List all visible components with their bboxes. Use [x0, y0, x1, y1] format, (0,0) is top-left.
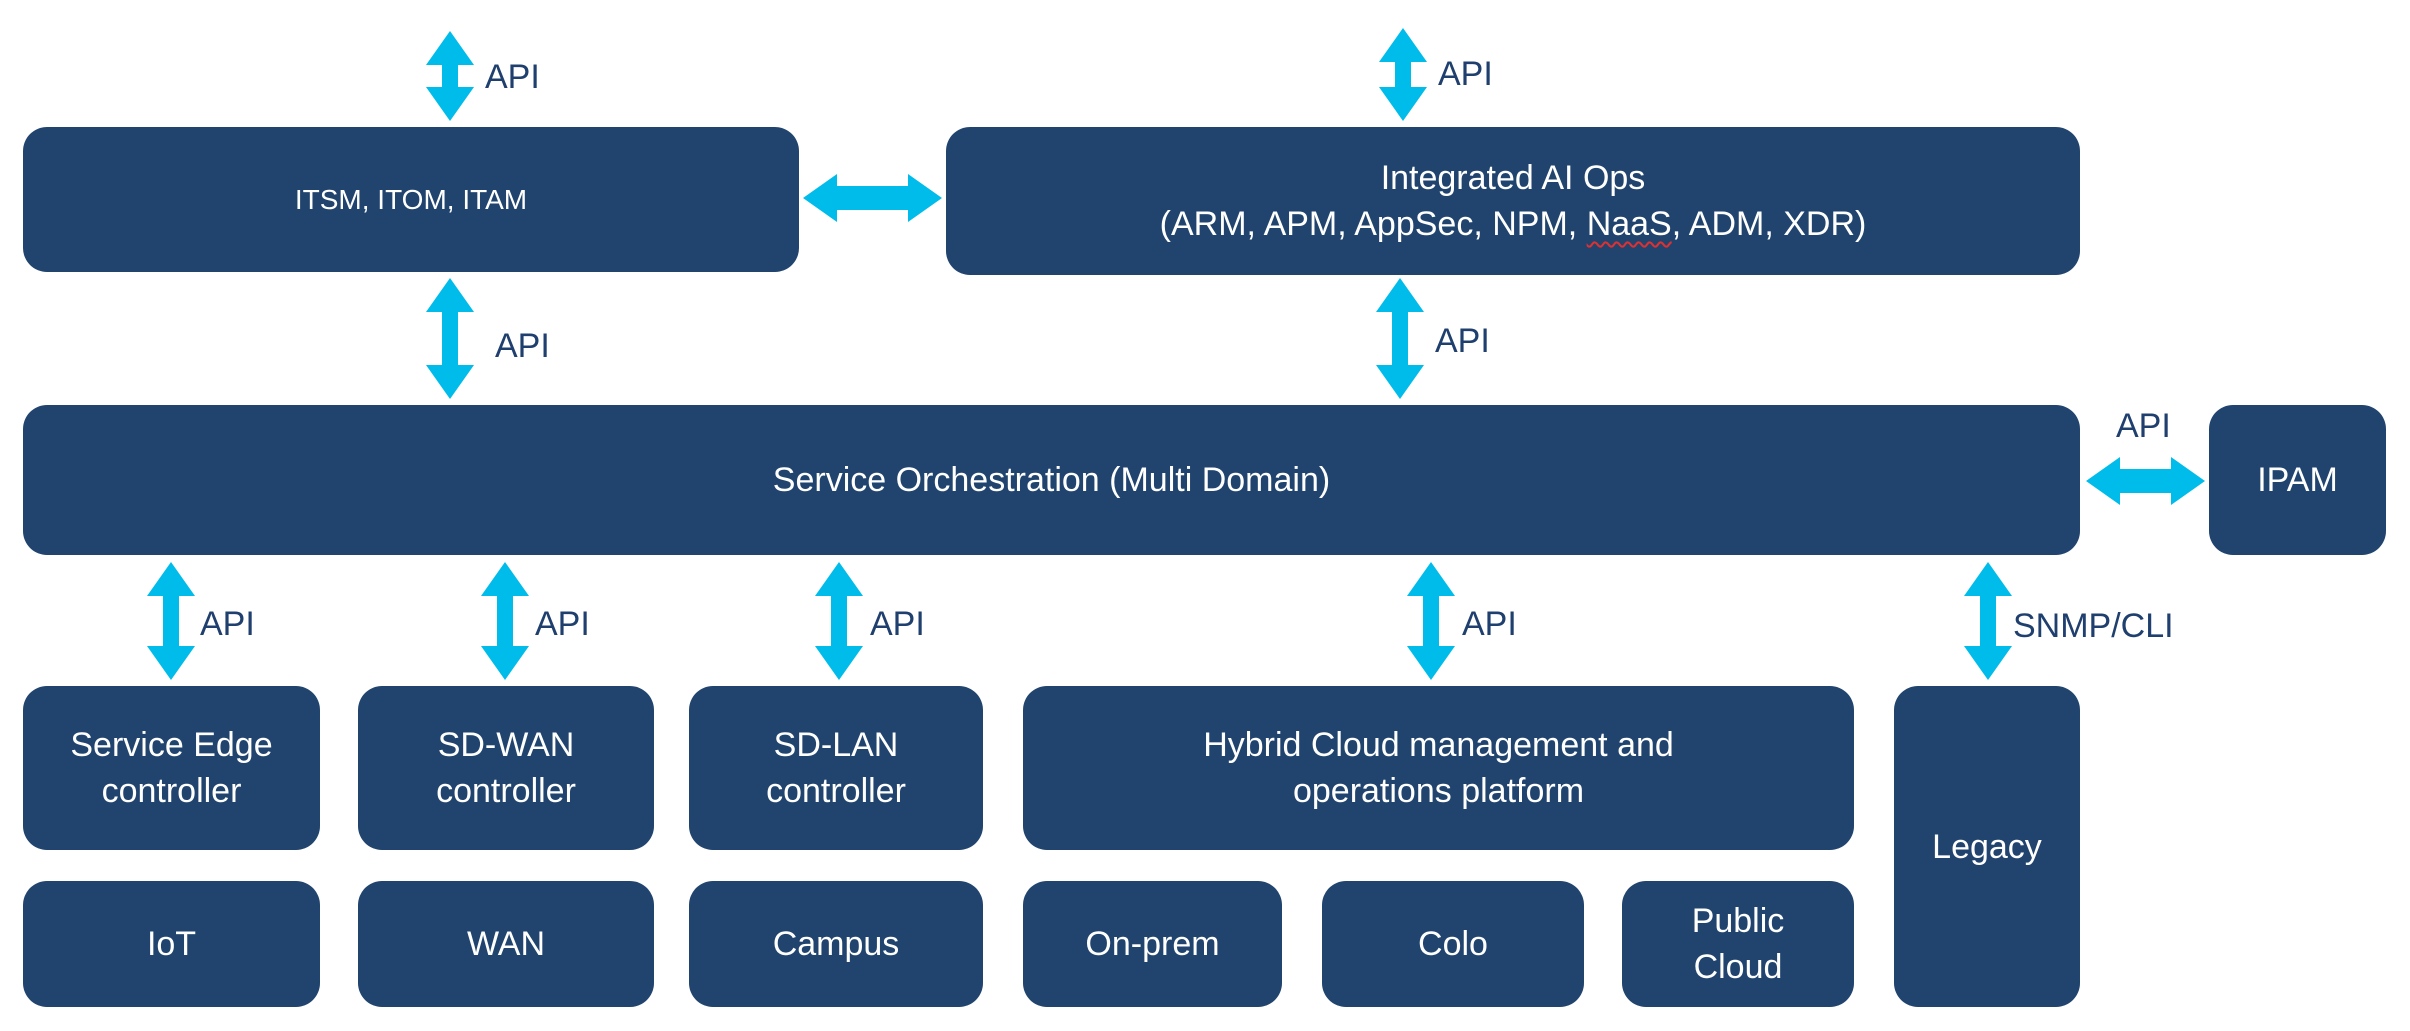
label-line: controller	[766, 772, 906, 810]
label-line: Public	[1691, 902, 1785, 940]
campus-label: Campus	[772, 925, 900, 963]
arrow-sdlan	[815, 562, 863, 680]
ai-ops-naas: NaaS	[1586, 205, 1672, 243]
label-line: Hybrid Cloud management and	[1203, 726, 1674, 764]
service-orchestration-box: Service Orchestration (Multi Domain)	[23, 405, 2080, 555]
ai-ops-title: Integrated AI Ops	[1380, 159, 1646, 197]
label-line: Cloud	[1693, 948, 1783, 986]
hybrid-cloud-box: Hybrid Cloud management and operations pl…	[1023, 686, 1854, 850]
orchestration-label: Service Orchestration (Multi Domain)	[772, 461, 1331, 499]
wan-box: WAN	[358, 881, 654, 1007]
arrow-aiops-top	[1379, 28, 1427, 121]
itsm-label: ITSM, ITOM, ITAM	[294, 183, 528, 215]
arrow-itsm-orchestration	[426, 278, 474, 399]
arrow-aiops-orchestration	[1376, 278, 1424, 399]
ipam-label: IPAM	[2257, 461, 2338, 499]
legacy-label: Legacy	[1932, 827, 2042, 866]
on-prem-box: On-prem	[1023, 881, 1282, 1007]
api-label-sdlan: API	[870, 605, 925, 643]
ai-ops-subtitle: (ARM, APM, AppSec, NPM, NaaS, ADM, XDR)	[1160, 201, 1867, 247]
label-line: controller	[436, 772, 576, 810]
arrow-hybrid	[1407, 562, 1455, 680]
ai-ops-list-a: (ARM, APM, AppSec, NPM,	[1159, 205, 1587, 243]
arrow-sdwan	[481, 562, 529, 680]
legacy-box: Legacy	[1894, 686, 2080, 1007]
public-cloud-box: Public Cloud	[1622, 881, 1854, 1007]
snmp-cli-label: SNMP/CLI	[2013, 607, 2174, 645]
arrow-service-edge	[147, 562, 195, 680]
itsm-box: ITSM, ITOM, ITAM	[23, 127, 799, 272]
on-prem-label: On-prem	[1085, 925, 1220, 963]
sd-wan-controller-box: SD-WAN controller	[358, 686, 654, 850]
arrow-itsm-top	[426, 31, 474, 121]
ipam-box: IPAM	[2209, 405, 2386, 555]
api-label-itsm-top: API	[485, 58, 540, 96]
arrow-legacy	[1964, 562, 2012, 680]
ai-ops-box: Integrated AI Ops (ARM, APM, AppSec, NPM…	[946, 127, 2080, 275]
api-label-itsm-orch: API	[495, 327, 550, 365]
api-label-service-edge: API	[200, 605, 255, 643]
api-label-sdwan: API	[535, 605, 590, 643]
api-label-aiops-top: API	[1438, 55, 1493, 93]
api-label-ipam: API	[2116, 407, 2171, 445]
arrow-orchestration-ipam	[2086, 457, 2205, 505]
iot-label: IoT	[146, 925, 197, 963]
api-label-hybrid: API	[1462, 605, 1517, 643]
ai-ops-list-b: , ADM, XDR)	[1671, 205, 1867, 243]
colo-label: Colo	[1418, 925, 1488, 963]
wan-label: WAN	[466, 925, 546, 963]
label-line: Service Edge	[70, 726, 273, 764]
service-edge-controller-box: Service Edge controller	[23, 686, 320, 850]
colo-box: Colo	[1322, 881, 1584, 1007]
arrow-itsm-aiops	[803, 174, 942, 222]
sd-lan-controller-box: SD-LAN controller	[689, 686, 983, 850]
label-line: SD-LAN	[773, 726, 899, 764]
api-label-aiops-orch: API	[1435, 322, 1490, 360]
label-line: SD-WAN	[437, 726, 575, 764]
campus-box: Campus	[689, 881, 983, 1007]
label-line: operations platform	[1292, 772, 1585, 810]
label-line: controller	[101, 772, 242, 810]
iot-box: IoT	[23, 881, 320, 1007]
